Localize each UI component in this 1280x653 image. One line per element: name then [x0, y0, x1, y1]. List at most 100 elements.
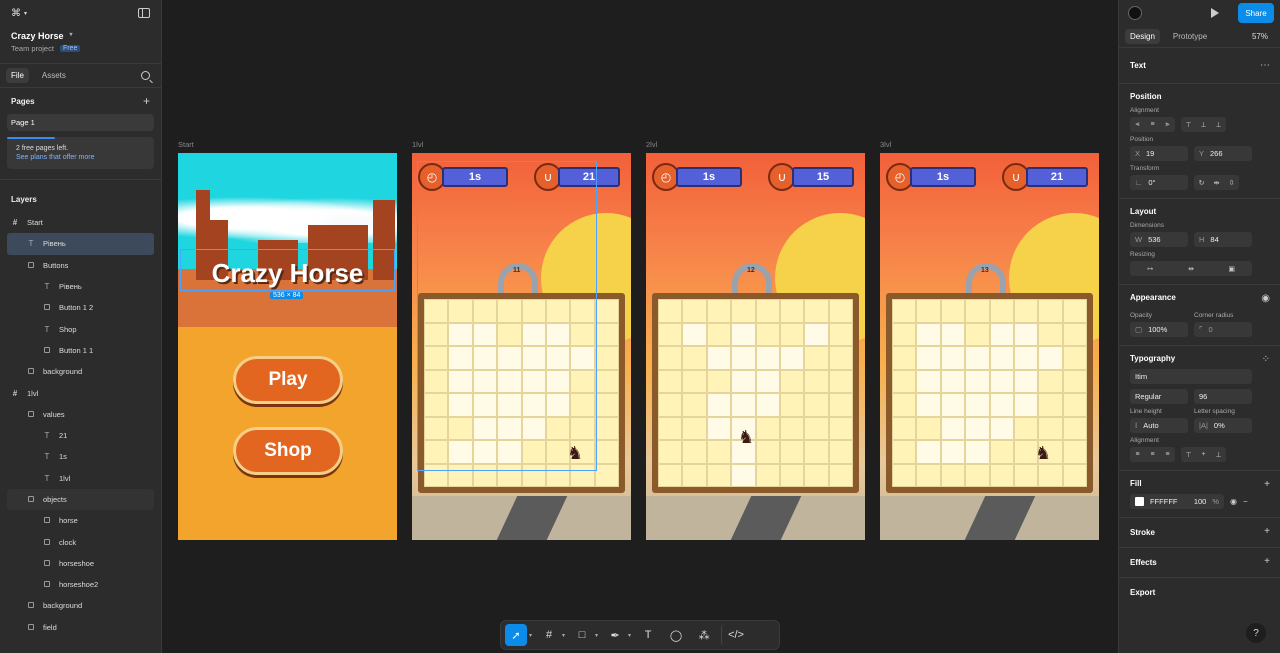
canvas[interactable]: Start Crazy Horse 536 × 84 Play Shop 1lv… — [162, 0, 1118, 653]
frame-label[interactable]: 1lvl — [412, 140, 423, 149]
project-name[interactable]: Crazy Horse ▾ — [11, 31, 150, 41]
radius-field[interactable]: ⌜ 0 — [1194, 322, 1252, 337]
sidebar-toggle-icon[interactable] — [138, 8, 150, 18]
main-menu-button[interactable]: ⌘ ▾ — [11, 8, 150, 19]
bottom-toolbar: ➚ ▾ # ▾ □ ▾ ✒ ▾ T ◯ ⁂ </> — [500, 620, 780, 650]
layer-item[interactable]: horseshoe — [0, 553, 161, 574]
board-cell — [1013, 369, 1039, 393]
layer-item[interactable]: background — [0, 595, 161, 616]
layer-item[interactable]: objects — [7, 488, 154, 511]
layer-item[interactable]: horseshoe2 — [0, 574, 161, 595]
resizing-group[interactable]: ↦ ⇹ ▣ — [1130, 261, 1252, 276]
y-field[interactable]: Y 266 — [1194, 146, 1252, 161]
layer-item[interactable]: Button 1 2 — [0, 297, 161, 318]
frame-icon: # — [12, 218, 18, 228]
search-icon[interactable] — [141, 71, 150, 80]
h-key: H — [1199, 235, 1205, 244]
comment-tool-icon[interactable]: ◯ — [665, 624, 687, 646]
font-weight-select[interactable]: Regular — [1130, 389, 1188, 404]
play-button[interactable]: Play — [233, 356, 343, 404]
text-styles-icon[interactable]: ⁘ — [1262, 354, 1270, 365]
layer-item[interactable]: # Start — [0, 212, 161, 233]
v-align-group[interactable]: ⊤ ⊥ ⊥ — [1181, 117, 1226, 132]
text-h-align-group[interactable]: ≡ ≡ ≡ — [1130, 447, 1175, 462]
layer-item[interactable]: background — [0, 361, 161, 382]
project-header: ⌘ ▾ Crazy Horse ▾ Team project Free — [0, 0, 161, 64]
frame-label[interactable]: 2lvl — [646, 140, 657, 149]
frame-level[interactable]: ◴ 1s ∪ 15 12 ♞ — [646, 153, 865, 540]
layer-item[interactable]: values — [0, 404, 161, 425]
add-effect-icon[interactable]: + — [1264, 556, 1270, 567]
letter-spacing-field[interactable]: |A| 0% — [1194, 418, 1252, 433]
add-fill-icon[interactable]: + — [1264, 479, 1270, 490]
chevron-down-icon[interactable]: ▾ — [562, 632, 565, 639]
board-cell — [989, 322, 1014, 346]
layer-item[interactable]: field — [0, 617, 161, 638]
tab-file[interactable]: File — [6, 68, 29, 83]
frame-start[interactable]: Crazy Horse 536 × 84 Play Shop — [178, 153, 397, 540]
height-field[interactable]: H 84 — [1194, 232, 1252, 247]
layer-item[interactable]: #1lvl — [0, 382, 161, 403]
shop-button[interactable]: Shop — [233, 427, 343, 475]
tab-prototype[interactable]: Prototype — [1168, 29, 1212, 44]
frame-label[interactable]: Start — [178, 140, 194, 149]
zoom-level[interactable]: 57% — [1252, 32, 1268, 41]
layer-item[interactable]: clock — [0, 531, 161, 552]
text-v-align-group[interactable]: ⊤ + ⊥ — [1181, 447, 1226, 462]
layer-item[interactable]: T 1lvl — [0, 468, 161, 489]
layer-item[interactable]: T Shop — [0, 318, 161, 339]
frame-level[interactable]: ◴ 1s ∪ 21 11 ♞ — [412, 153, 631, 540]
opacity-field[interactable]: ▢ 100% — [1130, 322, 1188, 337]
layer-item[interactable]: horse — [0, 510, 161, 531]
tab-assets[interactable]: Assets — [37, 68, 71, 83]
eye-icon[interactable]: ◉ — [1261, 293, 1270, 304]
flip-group[interactable]: ↻ ⇹ ⇳ — [1194, 175, 1239, 190]
avatar[interactable] — [1128, 6, 1142, 20]
page-item[interactable]: Page 1 — [7, 114, 154, 131]
text-tool-icon[interactable]: T — [637, 624, 659, 646]
chevron-down-icon[interactable]: ▾ — [529, 632, 532, 639]
font-family-select[interactable]: Itim — [1130, 369, 1252, 384]
layer-item[interactable]: T Рівень — [7, 233, 154, 255]
board-cell — [940, 416, 966, 440]
frame-tool-icon[interactable]: # — [538, 624, 560, 646]
add-stroke-icon[interactable]: + — [1264, 526, 1270, 537]
see-plans-link[interactable]: See plans that offer more — [16, 154, 145, 161]
pen-tool-icon[interactable]: ✒ — [604, 624, 626, 646]
eye-icon[interactable]: ◉ — [1230, 497, 1237, 506]
text-icon: T — [44, 452, 50, 462]
frame-level[interactable]: ◴ 1s ∪ 21 13 ♞ — [880, 153, 1099, 540]
present-icon[interactable] — [1211, 8, 1219, 18]
minus-icon[interactable]: − — [1243, 497, 1248, 506]
help-icon[interactable]: ? — [1246, 623, 1266, 643]
frame-label[interactable]: 3lvl — [880, 140, 891, 149]
x-field[interactable]: X 19 — [1130, 146, 1188, 161]
layer-item[interactable]: T Рівень — [0, 276, 161, 297]
more-icon[interactable]: ⋯ — [1260, 60, 1270, 71]
font-size-field[interactable]: 96 — [1194, 389, 1252, 404]
fill-field[interactable]: FFFFFF 100% — [1130, 494, 1224, 509]
layer-item[interactable]: T 21 — [0, 425, 161, 446]
chevron-down-icon[interactable]: ▾ — [628, 632, 631, 639]
line-height-field[interactable]: Ⅰ Auto — [1130, 418, 1188, 433]
position-label: Position — [1130, 136, 1154, 143]
move-tool-icon[interactable]: ➚ — [505, 624, 527, 646]
shape-tool-icon[interactable]: □ — [571, 624, 593, 646]
chevron-down-icon[interactable]: ▾ — [595, 632, 598, 639]
layer-item[interactable]: Buttons — [0, 255, 161, 276]
share-button[interactable]: Share — [1238, 3, 1274, 23]
layer-item[interactable]: Button 1 1 — [0, 340, 161, 361]
board-cell — [731, 393, 756, 417]
width-field[interactable]: W 536 — [1130, 232, 1188, 247]
color-swatch[interactable] — [1135, 497, 1144, 506]
board-cell — [1062, 346, 1087, 370]
dev-mode-icon[interactable]: </> — [721, 624, 744, 646]
board-cell — [658, 416, 683, 440]
h-align-group[interactable]: ⫷ ≡ ⫸ — [1130, 117, 1175, 132]
tab-design[interactable]: Design — [1125, 29, 1160, 44]
rotation-field[interactable]: ∟ 0° — [1130, 175, 1188, 190]
board-cell — [804, 346, 829, 370]
add-page-icon[interactable]: + — [143, 94, 150, 108]
actions-icon[interactable]: ⁂ — [693, 624, 715, 646]
layer-item[interactable]: T 1s — [0, 446, 161, 467]
